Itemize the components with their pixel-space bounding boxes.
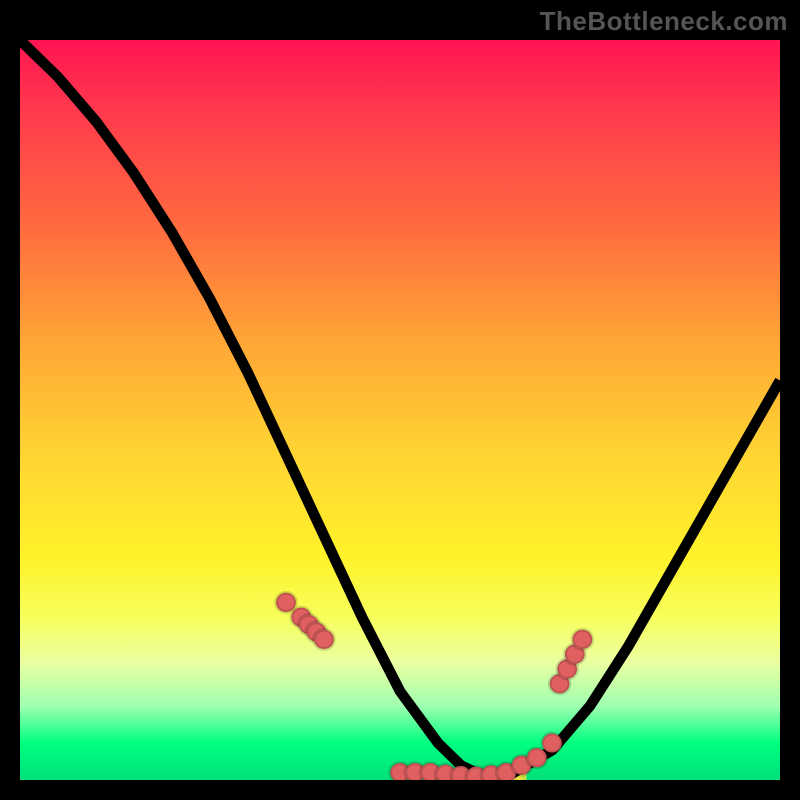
watermark-text: TheBottleneck.com	[540, 6, 788, 37]
chart-svg	[20, 40, 780, 780]
highlight-dot	[314, 630, 334, 649]
dots-group	[276, 593, 592, 780]
bottleneck-curve	[20, 40, 780, 776]
plot-area	[20, 40, 780, 780]
highlight-dot	[542, 733, 562, 752]
chart-frame: TheBottleneck.com	[0, 0, 800, 800]
highlight-dot	[573, 630, 593, 649]
